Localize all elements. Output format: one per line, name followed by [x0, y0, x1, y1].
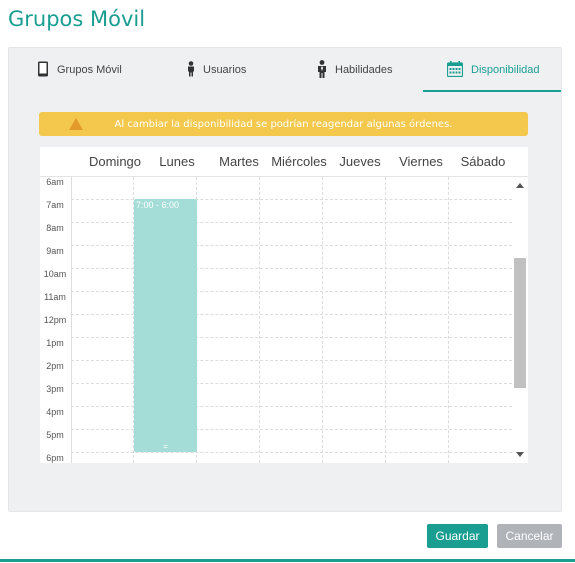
scroll-up-arrow-icon[interactable] [516, 183, 524, 188]
time-label: 6pm [46, 453, 64, 463]
day-header-domingo: Domingo [88, 154, 142, 169]
tab-panel: Grupos Móvil Usuarios Habilidades Dispon… [8, 47, 562, 512]
tab-bar: Grupos Móvil Usuarios Habilidades Dispon… [9, 48, 561, 92]
time-label: 1pm [46, 338, 64, 348]
tab-label: Habilidades [335, 64, 393, 76]
column-divider [385, 177, 386, 463]
calendar-scrollbar[interactable] [512, 177, 528, 463]
tab-label: Grupos Móvil [57, 64, 122, 76]
time-label: 9am [46, 246, 64, 256]
scrollbar-thumb[interactable] [514, 258, 526, 388]
hour-line [71, 452, 512, 453]
event-time-label: 7:00 - 6:00 [136, 200, 180, 210]
weekly-calendar: Domingo Lunes Martes Miércoles Jueves Vi… [40, 147, 528, 463]
tab-disponibilidad[interactable]: Disponibilidad [446, 48, 540, 92]
person-tie-icon [317, 60, 327, 80]
column-divider [259, 177, 260, 463]
time-label: 11am [44, 292, 66, 302]
tab-grupos-movil[interactable]: Grupos Móvil [37, 48, 122, 92]
alert-text: Al cambiar la disponibilidad se podrían … [114, 118, 453, 130]
day-header-viernes: Viernes [399, 154, 443, 169]
day-header-jueves: Jueves [339, 154, 381, 169]
time-label: 2pm [46, 361, 64, 371]
tab-habilidades[interactable]: Habilidades [317, 48, 392, 92]
day-header-miercoles: Miércoles [271, 154, 327, 169]
tab-label: Usuarios [203, 64, 247, 76]
day-header-sabado: Sábado [460, 154, 506, 169]
availability-content: Al cambiar la disponibilidad se podrían … [9, 92, 561, 511]
calendar-grid[interactable]: 6am 7am 8am 9am 10am 11am 12pm 1pm 2pm 3… [40, 177, 512, 463]
time-label: 7am [46, 200, 64, 210]
time-label: 3pm [46, 384, 64, 394]
time-label: 4pm [46, 407, 64, 417]
mobile-phone-icon [37, 61, 49, 79]
calendar-icon [446, 61, 464, 79]
user-icon [187, 61, 195, 79]
time-label: 8am [46, 223, 64, 233]
tab-label: Disponibilidad [471, 64, 540, 76]
save-button[interactable]: Guardar [427, 524, 488, 548]
column-divider [71, 177, 72, 463]
modal-window: Grupos Móvil Grupos Móvil Usuarios Habil… [0, 0, 575, 563]
warning-alert: Al cambiar la disponibilidad se podrían … [39, 112, 528, 136]
warning-icon [69, 118, 83, 130]
calendar-header: Domingo Lunes Martes Miércoles Jueves Vi… [40, 147, 528, 177]
cancel-button[interactable]: Cancelar [497, 524, 562, 548]
bottom-accent-divider [0, 559, 575, 562]
availability-event-lunes[interactable]: 7:00 - 6:00 = [134, 199, 197, 452]
time-label: 5pm [46, 430, 64, 440]
day-header-martes: Martes [219, 154, 259, 169]
column-divider [448, 177, 449, 463]
event-resize-handle[interactable]: = [134, 443, 197, 451]
time-label: 10am [43, 269, 67, 279]
time-label: 6am [46, 177, 64, 187]
window-title: Grupos Móvil [8, 7, 146, 31]
scroll-down-arrow-icon[interactable] [516, 452, 524, 457]
column-divider [322, 177, 323, 463]
tab-usuarios[interactable]: Usuarios [187, 48, 246, 92]
time-label: 12pm [43, 315, 67, 325]
day-header-lunes: Lunes [159, 154, 195, 169]
